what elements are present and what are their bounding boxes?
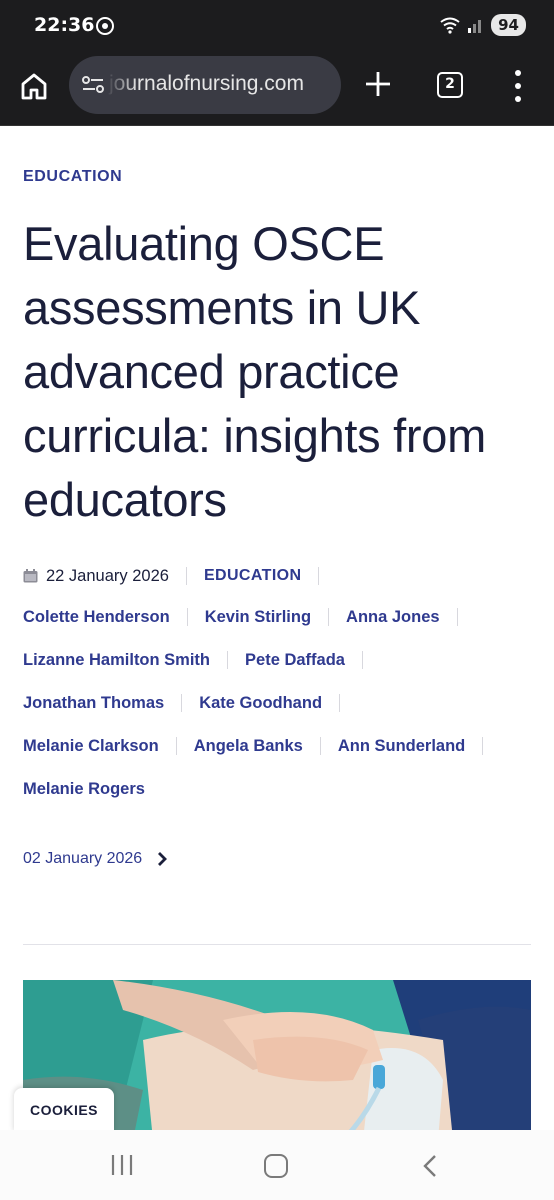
author-link[interactable]: Pete Daffada bbox=[245, 651, 345, 670]
article-meta: 22 January 2026 EDUCATION bbox=[23, 564, 336, 588]
author-row: Colette Henderson Kevin Stirling Anna Jo… bbox=[23, 605, 475, 629]
section-divider bbox=[23, 944, 531, 945]
publish-date: 22 January 2026 bbox=[46, 566, 169, 585]
url-fade bbox=[107, 56, 137, 114]
address-bar[interactable]: journalofnursing.com bbox=[69, 56, 341, 114]
signal-icon bbox=[468, 20, 482, 33]
status-time: 22:36 bbox=[34, 14, 95, 36]
divider bbox=[339, 694, 341, 712]
author-link[interactable]: Anna Jones bbox=[346, 608, 440, 627]
author-link[interactable]: Melanie Clarkson bbox=[23, 737, 159, 756]
status-indicators: 94 bbox=[439, 14, 526, 36]
site-info-icon[interactable] bbox=[81, 75, 105, 95]
divider bbox=[456, 608, 458, 626]
author-link[interactable]: Colette Henderson bbox=[23, 608, 170, 627]
author-link[interactable]: Melanie Rogers bbox=[23, 780, 145, 799]
divider bbox=[185, 567, 187, 585]
battery-level: 94 bbox=[491, 14, 526, 36]
author-link[interactable]: Kate Goodhand bbox=[199, 694, 322, 713]
tabs-icon[interactable]: 2 bbox=[437, 72, 463, 98]
divider bbox=[482, 737, 484, 755]
divider bbox=[186, 608, 188, 626]
divider bbox=[361, 651, 363, 669]
author-link[interactable]: Ann Sunderland bbox=[338, 737, 465, 756]
author-link[interactable]: Jonathan Thomas bbox=[23, 694, 164, 713]
back-icon[interactable] bbox=[422, 1154, 438, 1178]
divider bbox=[328, 608, 330, 626]
recents-icon[interactable] bbox=[110, 1154, 134, 1176]
divider bbox=[181, 694, 183, 712]
meta-category[interactable]: EDUCATION bbox=[204, 567, 302, 585]
author-row: Lizanne Hamilton Smith Pete Daffada bbox=[23, 648, 380, 672]
plus-icon[interactable] bbox=[362, 68, 394, 100]
cookies-button[interactable]: COOKIES bbox=[14, 1088, 114, 1132]
wifi-icon bbox=[440, 17, 460, 34]
issue-link[interactable]: 02 January 2026 bbox=[23, 850, 168, 868]
author-row: Melanie Rogers bbox=[23, 777, 145, 801]
article-title: Evaluating OSCE assessments in UK advanc… bbox=[23, 217, 486, 526]
status-bar: 22:36 94 bbox=[0, 0, 554, 52]
author-row: Melanie Clarkson Angela Banks Ann Sunder… bbox=[23, 734, 500, 758]
more-vert-icon[interactable] bbox=[508, 70, 528, 102]
author-link[interactable]: Angela Banks bbox=[194, 737, 303, 756]
system-nav-bar bbox=[0, 1130, 554, 1200]
article-category[interactable]: EDUCATION bbox=[23, 168, 122, 186]
author-row: Jonathan Thomas Kate Goodhand bbox=[23, 691, 357, 715]
author-link[interactable]: Lizanne Hamilton Smith bbox=[23, 651, 210, 670]
screen-record-icon bbox=[96, 17, 114, 35]
url-text[interactable]: journalofnursing.com bbox=[109, 72, 304, 96]
divider bbox=[318, 567, 320, 585]
chevron-right-icon[interactable] bbox=[156, 851, 168, 867]
browser-toolbar: journalofnursing.com 2 bbox=[0, 52, 554, 126]
issue-date[interactable]: 02 January 2026 bbox=[23, 850, 142, 868]
home-icon[interactable] bbox=[16, 68, 52, 104]
divider bbox=[227, 651, 229, 669]
divider bbox=[319, 737, 321, 755]
article-page: EDUCATION Evaluating OSCE assessments in… bbox=[0, 126, 554, 1130]
author-link[interactable]: Kevin Stirling bbox=[205, 608, 311, 627]
calendar-icon bbox=[23, 569, 38, 583]
divider bbox=[175, 737, 177, 755]
home-nav-icon[interactable] bbox=[264, 1154, 288, 1178]
